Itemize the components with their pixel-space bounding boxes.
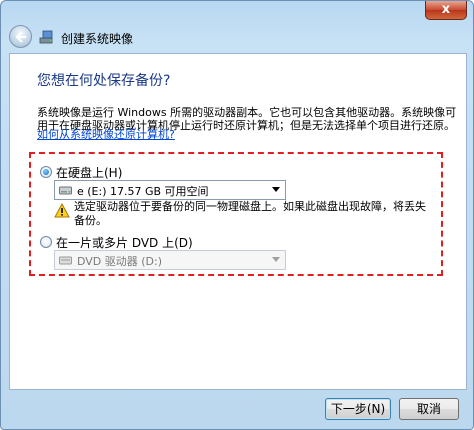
hard-disk-label[interactable]: 在硬盘上(H) [56, 164, 122, 181]
hard-disk-dropdown-arrow[interactable] [268, 182, 284, 198]
cancel-button[interactable]: 取消 [399, 398, 459, 420]
dvd-dropdown: DVD 驱动器 (D:) [54, 250, 286, 270]
hard-disk-dropdown[interactable]: e (E:) 17.57 GB 可用空间 [54, 180, 286, 200]
system-image-icon [39, 30, 53, 44]
same-disk-warning: 选定驱动器位于要备份的同一物理磁盘上。如果此磁盘出现故障，将丢失备份。 [74, 200, 426, 227]
restore-help-link[interactable]: 如何从系统映像还原计算机? [37, 126, 175, 142]
dvd-dropdown-value: DVD 驱动器 (D:) [77, 255, 163, 268]
radio-hard-disk[interactable] [40, 166, 52, 178]
dvd-dropdown-arrow [268, 252, 284, 268]
page-heading: 您想在何处保存备份? [37, 73, 171, 89]
chevron-down-icon [272, 257, 280, 262]
footer-bar: 下一步(N) 取消 [9, 390, 467, 426]
drive-icon [59, 186, 72, 195]
radio-dvd[interactable] [40, 236, 52, 248]
hard-disk-dropdown-value: e (E:) 17.57 GB 可用空间 [77, 185, 209, 198]
dvd-label[interactable]: 在一片或多片 DVD 上(D) [56, 234, 193, 251]
next-button[interactable]: 下一步(N) [325, 398, 391, 420]
dvd-drive-icon [59, 256, 72, 265]
window-title: 创建系统映像 [61, 32, 134, 46]
warning-icon [54, 203, 70, 218]
chevron-down-icon [272, 187, 280, 192]
back-arrow-icon [15, 31, 26, 43]
back-button[interactable] [9, 25, 32, 48]
title-bar: 创建系统映像 [9, 25, 449, 51]
dialog-window: x 创建系统映像 您想在何处保存备份? 系统映像是运行 Windows 所需的驱… [0, 0, 474, 430]
content-area: 您想在何处保存备份? 系统映像是运行 Windows 所需的驱动器副本。它也可以… [9, 53, 467, 390]
close-button[interactable]: x [425, 1, 467, 20]
